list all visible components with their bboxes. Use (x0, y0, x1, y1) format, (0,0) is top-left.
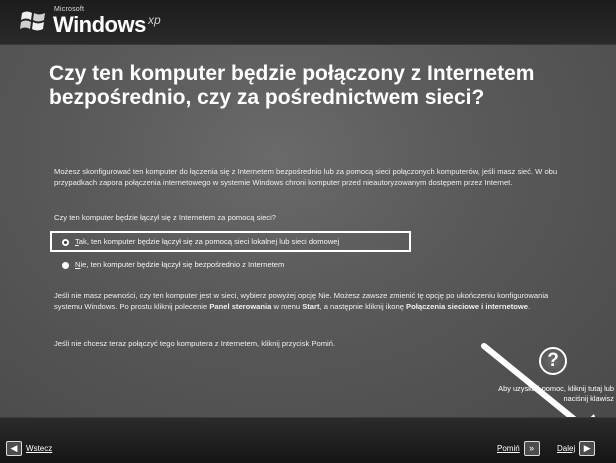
tip-network-connections: Połączenia sieciowe i internetowe (406, 302, 529, 311)
help-link-text[interactable]: Aby uzyskać pomoc, kliknij tutaj lub nac… (474, 384, 614, 404)
radio-button-checked[interactable] (62, 238, 69, 246)
back-label-rest: stecz (33, 444, 53, 453)
option-no-label: ie, ten komputer będzie łączył się bezpo… (80, 260, 285, 269)
arrow-right-icon: ▶ (579, 441, 596, 456)
tip-start: Start (302, 302, 320, 311)
intro-text: Możesz skonfigurować ten komputer do łąc… (54, 167, 558, 187)
tip-text-4: . (528, 302, 531, 311)
option-no-direct[interactable]: Nie, ten komputer będzie łączył się bezp… (62, 260, 284, 269)
arrow-left-icon: ◀ (6, 441, 22, 456)
main-content: Czy ten komputer będzie połączony z Inte… (0, 45, 616, 417)
windows-flag-icon (20, 11, 45, 31)
tip-text-2: w menu (271, 302, 303, 311)
navigation-bar (0, 417, 616, 463)
fast-forward-icon: » (523, 441, 540, 456)
brand-suffix: xp (148, 13, 161, 27)
tip-control-panel: Panel sterowania (209, 302, 272, 311)
back-mnemonic: W (26, 444, 34, 453)
brand-name: Windows (53, 12, 146, 37)
help-icon[interactable]: ? (539, 347, 567, 375)
title-bar: Microsoft Windows xp (0, 0, 616, 45)
next-button[interactable]: Dalej ▶ (557, 441, 596, 456)
next-label: Dalej (557, 444, 575, 453)
tip-text: Jeśli nie masz pewności, czy ten kompute… (54, 290, 574, 312)
question-text: Czy ten komputer będzie łączył się z Int… (54, 213, 277, 222)
next-label-rest: alej (562, 444, 576, 453)
skip-label: Pomiń (497, 444, 520, 453)
skip-note: Jeśli nie chcesz teraz połączyć tego kom… (54, 339, 336, 348)
radio-button[interactable] (62, 261, 69, 269)
skip-button[interactable]: Pomiń» (497, 441, 540, 456)
skip-label-rest: omiń (502, 444, 520, 453)
option-yes-network[interactable]: Tak, ten komputer będzie łączył się za p… (62, 237, 339, 246)
back-button[interactable]: ◀ Wstecz (6, 441, 52, 456)
option-yes-label: ak, ten komputer będzie łączył się za po… (78, 237, 340, 246)
back-label: Wstecz (26, 444, 52, 453)
page-title: Czy ten komputer będzie połączony z Inte… (49, 62, 535, 109)
tip-text-3: , a następnie kliknij ikonę (319, 302, 407, 311)
